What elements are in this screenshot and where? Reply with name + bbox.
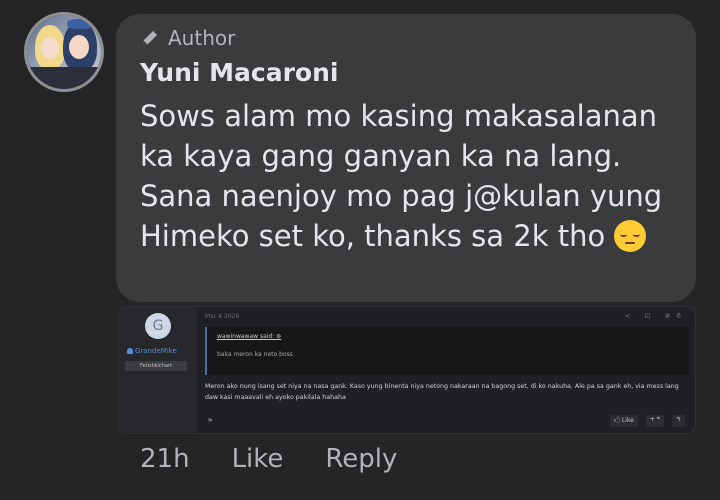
comment-timestamp[interactable]: 21h	[140, 444, 190, 474]
avatar-clothing	[27, 67, 101, 89]
forum-post-date: Mar 4 2026	[205, 313, 240, 320]
avatar-person-face-2	[69, 35, 89, 59]
forum-user-avatar: G	[145, 313, 171, 339]
forum-share-icons: < ⊡ #6	[624, 312, 687, 320]
forum-quote-text: baka meron ka neto boss	[217, 351, 293, 358]
comment-bubble: Author Yuni Macaroni Sows alam mo kasing…	[116, 14, 696, 302]
person-icon	[127, 348, 133, 354]
forum-user-column: G GrandeMike Fetishkichart	[119, 307, 197, 433]
comment-author-name[interactable]: Yuni Macaroni	[140, 58, 338, 87]
forum-post-body: Meron ako nung isang set niya na nasa ga…	[205, 383, 679, 401]
reply-button[interactable]: Reply	[325, 444, 397, 474]
author-badge-label: Author	[168, 26, 236, 50]
report-flag-icon: ⚑	[207, 417, 214, 425]
pensive-face-icon	[614, 220, 647, 252]
avatar-person-face	[41, 37, 59, 59]
forum-quote-button: + ❝	[645, 415, 664, 427]
avatar-hat	[67, 19, 93, 29]
forum-reply-button: ↰	[671, 415, 685, 427]
forum-username: GrandeMike	[127, 347, 197, 355]
forum-quote-author: wawinwawaw said: ⊛	[217, 333, 282, 340]
forum-quote-block: wawinwawaw said: ⊛ baka meron ka neto bo…	[205, 327, 689, 375]
comment-message-text: Sows alam mo kasing makasalanan ka kaya …	[140, 99, 663, 253]
comment-message: Sows alam mo kasing makasalanan ka kaya …	[140, 96, 680, 256]
forum-post-actions: 🖒 Like + ❝ ↰	[610, 415, 685, 427]
forum-user-role: Fetishkichart	[125, 361, 187, 371]
forum-like-button: 🖒 Like	[610, 415, 638, 427]
pencil-icon	[143, 31, 157, 45]
commenter-avatar[interactable]	[24, 12, 104, 92]
author-badge: Author	[140, 26, 235, 50]
attached-screenshot[interactable]: G GrandeMike Fetishkichart Mar 4 2026 < …	[118, 306, 696, 434]
like-button[interactable]: Like	[232, 444, 284, 474]
comment-meta-row: 21h Like Reply	[140, 444, 397, 474]
